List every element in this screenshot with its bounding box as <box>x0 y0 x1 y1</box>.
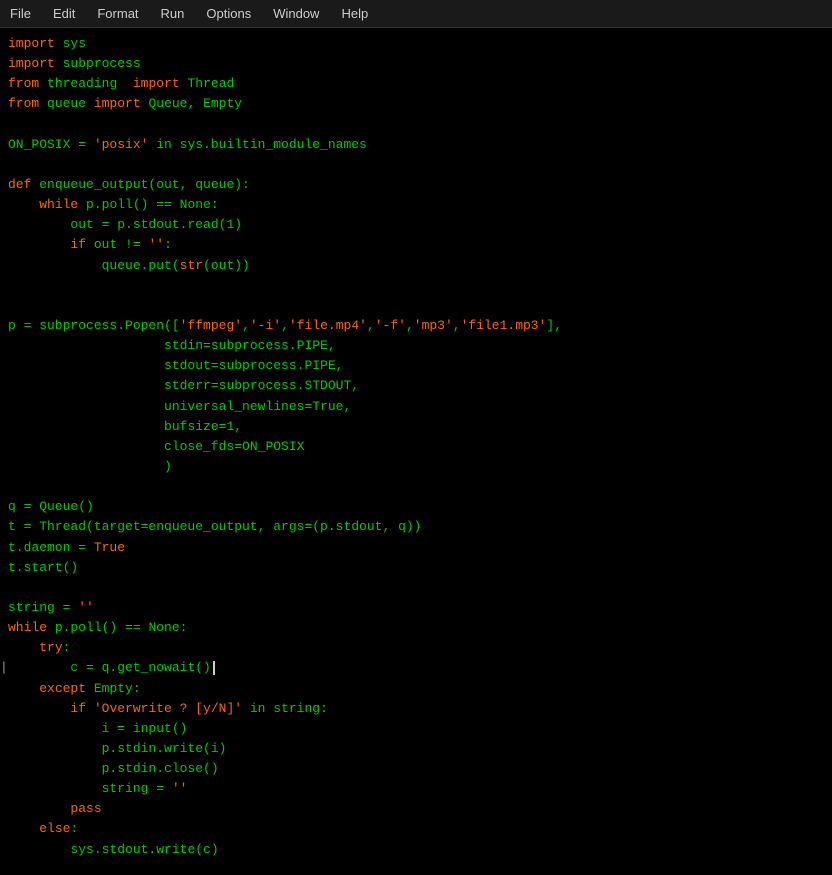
line-15: p = subprocess.Popen(['ffmpeg','-i','fil… <box>8 316 824 336</box>
line-28 <box>8 578 824 598</box>
line-19: universal_newlines=True, <box>8 397 824 417</box>
line-8: def enqueue_output(out, queue): <box>8 175 824 195</box>
line-3: from threading import Thread <box>8 74 824 94</box>
menu-run[interactable]: Run <box>157 4 189 23</box>
line-1: import sys <box>8 34 824 54</box>
line-22: ) <box>8 457 824 477</box>
line-5 <box>8 115 824 135</box>
line-26: t.daemon = True <box>8 538 824 558</box>
menu-window[interactable]: Window <box>269 4 323 23</box>
line-21: close_fds=ON_POSIX <box>8 437 824 457</box>
text-cursor <box>213 661 215 675</box>
menu-format[interactable]: Format <box>93 4 142 23</box>
menu-help[interactable]: Help <box>337 4 372 23</box>
line-24: q = Queue() <box>8 497 824 517</box>
line-27: t.start() <box>8 558 824 578</box>
line-7 <box>8 155 824 175</box>
line-18: stderr=subprocess.STDOUT, <box>8 376 824 396</box>
menu-options[interactable]: Options <box>202 4 255 23</box>
line-30: while p.poll() == None: <box>8 618 824 638</box>
line-12: queue.put(str(out)) <box>8 256 824 276</box>
line-33: except Empty: <box>8 679 824 699</box>
menubar: File Edit Format Run Options Window Help <box>0 0 832 28</box>
line-25: t = Thread(target=enqueue_output, args=(… <box>8 517 824 537</box>
line-32: c = q.get_nowait() <box>8 658 824 678</box>
line-40: else: <box>8 819 824 839</box>
line-41: sys.stdout.write(c) <box>8 840 824 860</box>
line-34: if 'Overwrite ? [y/N]' in string: <box>8 699 824 719</box>
line-38: string = '' <box>8 779 824 799</box>
line-11: if out != '': <box>8 235 824 255</box>
line-31: try: <box>8 638 824 658</box>
line-10: out = p.stdout.read(1) <box>8 215 824 235</box>
line-4: from queue import Queue, Empty <box>8 94 824 114</box>
line-2: import subprocess <box>8 54 824 74</box>
line-9: while p.poll() == None: <box>8 195 824 215</box>
line-17: stdout=subprocess.PIPE, <box>8 356 824 376</box>
menu-edit[interactable]: Edit <box>49 4 79 23</box>
line-16: stdin=subprocess.PIPE, <box>8 336 824 356</box>
line-23 <box>8 477 824 497</box>
line-37: p.stdin.close() <box>8 759 824 779</box>
line-13 <box>8 276 824 296</box>
line-36: p.stdin.write(i) <box>8 739 824 759</box>
code-editor[interactable]: import sys import subprocess from thread… <box>0 28 832 875</box>
line-39: pass <box>8 799 824 819</box>
line-29: string = '' <box>8 598 824 618</box>
line-14 <box>8 296 824 316</box>
line-6: ON_POSIX = 'posix' in sys.builtin_module… <box>8 135 824 155</box>
line-20: bufsize=1, <box>8 417 824 437</box>
line-35: i = input() <box>8 719 824 739</box>
menu-file[interactable]: File <box>6 4 35 23</box>
